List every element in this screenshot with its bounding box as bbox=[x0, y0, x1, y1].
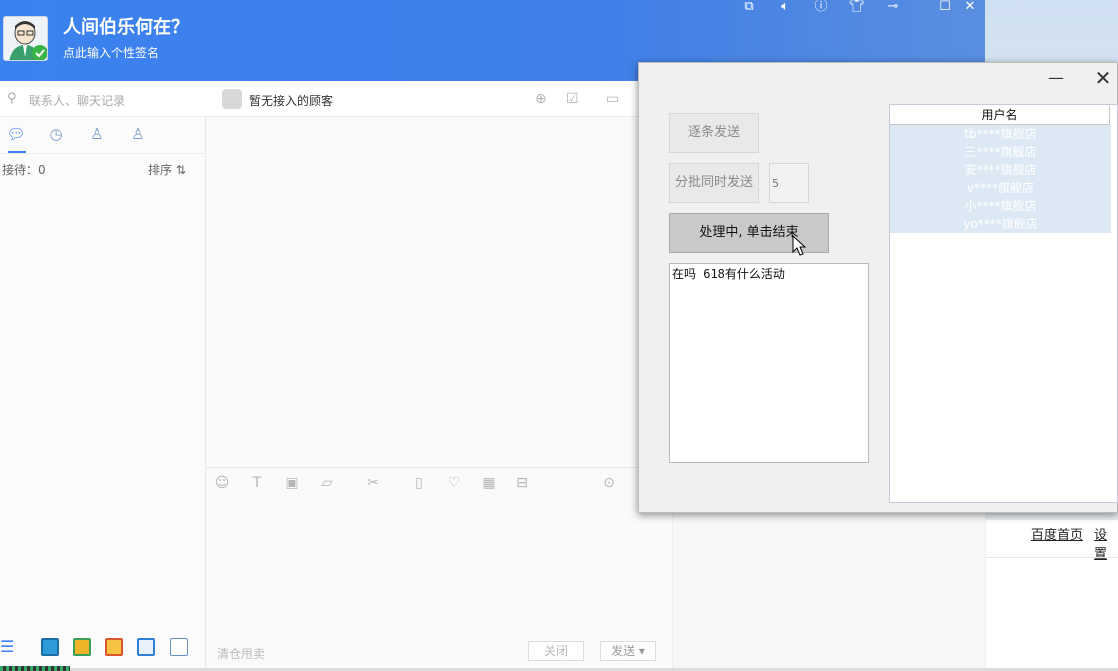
minimize-icon[interactable]: — bbox=[1046, 68, 1066, 88]
contact-tab-icon[interactable]: ♙ bbox=[87, 125, 107, 145]
app-icon-1[interactable] bbox=[41, 638, 59, 656]
folder-icon[interactable]: ▱ bbox=[318, 474, 336, 492]
chat-tab-icon[interactable]: 💬︎ bbox=[6, 125, 26, 145]
heart-icon[interactable]: ♡ bbox=[445, 474, 463, 492]
calendar-icon[interactable]: ☑ bbox=[566, 91, 579, 107]
scissors-icon[interactable]: ✂ bbox=[364, 474, 382, 492]
batch-size-input[interactable]: 5 bbox=[769, 163, 809, 203]
list-item[interactable]: v****旗舰店 bbox=[890, 179, 1111, 197]
list-item[interactable]: tb****旗舰店 bbox=[890, 125, 1111, 143]
sell-icon[interactable] bbox=[137, 638, 155, 656]
dialog-close-icon[interactable]: ✕ bbox=[1092, 66, 1114, 90]
close-icon[interactable]: ✕ bbox=[958, 0, 982, 16]
receiving-count: 接待：0 bbox=[2, 163, 46, 177]
list-item[interactable]: 三****旗舰店 bbox=[890, 143, 1111, 161]
vibrate-icon[interactable]: ▯ bbox=[410, 474, 428, 492]
search-icon: ⚲ bbox=[7, 91, 17, 106]
sort-button[interactable]: 排序 ⇅ bbox=[148, 161, 186, 178]
list-item[interactable]: yo****旗舰店 bbox=[890, 215, 1111, 233]
image-icon[interactable]: ▣ bbox=[283, 474, 301, 492]
coupon-icon[interactable]: ⊟ bbox=[513, 474, 531, 492]
username-column-header[interactable]: 用户名 bbox=[890, 105, 1110, 125]
volume-icon[interactable]: 🔈︎ bbox=[773, 0, 797, 16]
shop-icon[interactable] bbox=[105, 638, 123, 656]
maximize-icon[interactable]: ☐ bbox=[933, 0, 957, 16]
nickname[interactable]: 人间伯乐何在？ bbox=[63, 13, 189, 39]
customer-icon bbox=[222, 89, 242, 109]
avatar[interactable] bbox=[3, 16, 48, 61]
close-button[interactable]: 关闭 bbox=[528, 641, 584, 661]
add-contact-icon[interactable]: ⊕ bbox=[535, 91, 547, 107]
font-icon[interactable]: T bbox=[248, 474, 266, 492]
active-tab-indicator bbox=[8, 151, 26, 153]
search-input[interactable]: 联系人、聊天记录 bbox=[29, 92, 125, 109]
list-item[interactable]: 安****旗舰店 bbox=[890, 161, 1111, 179]
help-icon[interactable]: ⓘ bbox=[809, 0, 833, 16]
mouse-cursor-icon bbox=[792, 235, 807, 256]
history-icon[interactable]: ⊙ bbox=[600, 474, 618, 492]
message-textbox[interactable]: 在吗 618有什么活动 bbox=[669, 263, 869, 463]
avatar-image bbox=[4, 17, 47, 60]
window-icon[interactable]: ⧉ bbox=[737, 0, 761, 16]
recent-tab-icon[interactable]: ◷ bbox=[46, 125, 66, 145]
divider bbox=[985, 557, 1118, 558]
emoji-icon[interactable]: ☺ bbox=[213, 474, 231, 492]
baidu-home-link[interactable]: 百度首页 bbox=[1031, 524, 1083, 543]
side-panel bbox=[672, 512, 985, 668]
batch-send-button[interactable]: 分批同时发送 bbox=[669, 163, 759, 203]
chat-messages-area bbox=[206, 117, 672, 467]
group-tab-icon[interactable]: ♙ bbox=[128, 125, 148, 145]
taskbar-strip bbox=[0, 666, 70, 671]
list-item[interactable]: 小****旗舰店 bbox=[890, 197, 1111, 215]
send-button[interactable]: 发送 ▾ bbox=[600, 641, 656, 661]
video-icon[interactable]: ▭ bbox=[606, 91, 619, 107]
layout-icon[interactable] bbox=[170, 638, 188, 656]
app-icon-2[interactable] bbox=[73, 638, 91, 656]
no-customer-label: 暂无接入的顾客 bbox=[249, 94, 334, 108]
send-one-by-one-button[interactable]: 逐条发送 bbox=[669, 113, 759, 153]
shirt-icon[interactable]: 👕︎ bbox=[845, 0, 869, 16]
pin-icon[interactable]: ⊸ bbox=[881, 0, 905, 16]
calculator-icon[interactable]: ▦ bbox=[480, 474, 498, 492]
signature[interactable]: 点此输入个性签名 bbox=[63, 44, 159, 61]
clearance-label[interactable]: 清仓甩卖 bbox=[217, 645, 265, 662]
menu-icon[interactable]: ☰ bbox=[0, 637, 16, 656]
